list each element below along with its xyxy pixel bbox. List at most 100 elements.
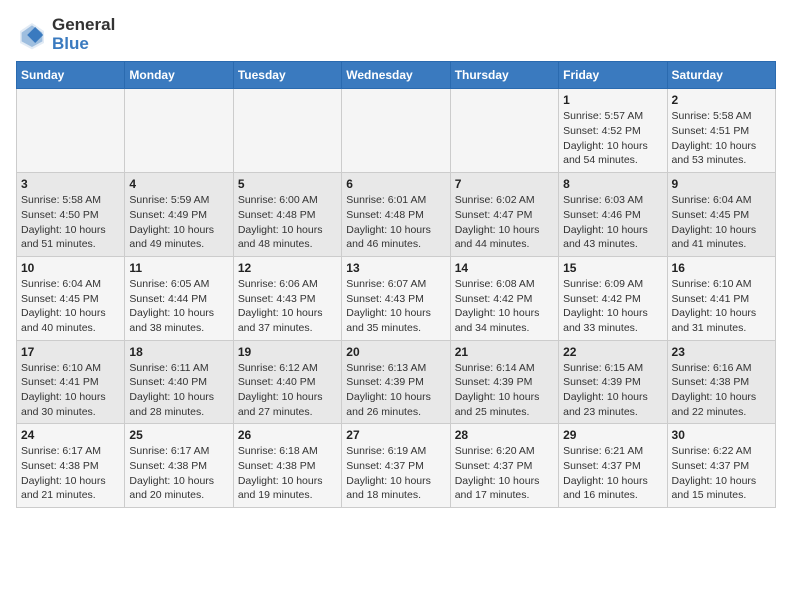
day-header-saturday: Saturday — [667, 62, 775, 89]
day-cell: 9Sunrise: 6:04 AMSunset: 4:45 PMDaylight… — [667, 173, 775, 257]
day-cell: 11 Sunrise: 6:05 AMSunset: 4:44 PMDayligh… — [125, 256, 233, 340]
day-number: 13 — [346, 261, 445, 275]
day-header-monday: Monday — [125, 62, 233, 89]
day-cell: 7Sunrise: 6:02 AMSunset: 4:47 PMDaylight… — [450, 173, 558, 257]
day-cell: 22 Sunrise: 6:15 AMSunset: 4:39 PMDayligh… — [559, 340, 667, 424]
day-number: 19 — [238, 345, 337, 359]
logo-icon — [16, 19, 48, 51]
day-cell: 27 Sunrise: 6:19 AMSunset: 4:37 PMDayligh… — [342, 424, 450, 508]
week-row-5: 24Sunrise: 6:17 AMSunset: 4:38 PMDayligh… — [17, 424, 776, 508]
day-info: Sunrise: 6:03 AMSunset: 4:46 PMDaylight:… — [563, 193, 662, 252]
day-number: 27 — [346, 428, 445, 442]
day-number: 3 — [21, 177, 120, 191]
day-number: 25 — [129, 428, 228, 442]
week-row-3: 10 Sunrise: 6:04 AMSunset: 4:45 PMDayligh… — [17, 256, 776, 340]
day-info: Sunrise: 6:21 AMSunset: 4:37 PMDaylight:… — [563, 444, 662, 503]
day-cell — [450, 89, 558, 173]
day-cell: 30Sunrise: 6:22 AMSunset: 4:37 PMDayligh… — [667, 424, 775, 508]
page-header: General Blue — [16, 16, 776, 53]
day-info: Sunrise: 6:01 AMSunset: 4:48 PMDaylight:… — [346, 193, 445, 252]
day-number: 6 — [346, 177, 445, 191]
day-number: 14 — [455, 261, 554, 275]
day-info: Sunrise: 6:19 AMSunset: 4:37 PMDaylight:… — [346, 444, 445, 503]
day-cell: 21Sunrise: 6:14 AMSunset: 4:39 PMDayligh… — [450, 340, 558, 424]
day-number: 16 — [672, 261, 771, 275]
day-number: 11 — [129, 261, 228, 275]
day-cell: 15 Sunrise: 6:09 AMSunset: 4:42 PMDayligh… — [559, 256, 667, 340]
day-info: Sunrise: 6:08 AMSunset: 4:42 PMDaylight:… — [455, 277, 554, 336]
day-cell — [342, 89, 450, 173]
day-cell: 17 Sunrise: 6:10 AMSunset: 4:41 PMDayligh… — [17, 340, 125, 424]
day-cell: 28 Sunrise: 6:20 AMSunset: 4:37 PMDayligh… — [450, 424, 558, 508]
day-cell: 4Sunrise: 5:59 AMSunset: 4:49 PMDaylight… — [125, 173, 233, 257]
day-cell: 3 Sunrise: 5:58 AMSunset: 4:50 PMDaylight… — [17, 173, 125, 257]
day-number: 23 — [672, 345, 771, 359]
day-number: 1 — [563, 93, 662, 107]
day-info: Sunrise: 6:04 AMSunset: 4:45 PMDaylight:… — [21, 277, 120, 336]
day-header-wednesday: Wednesday — [342, 62, 450, 89]
day-info: Sunrise: 6:12 AMSunset: 4:40 PMDaylight:… — [238, 361, 337, 420]
day-info: Sunrise: 6:15 AMSunset: 4:39 PMDaylight:… — [563, 361, 662, 420]
day-info: Sunrise: 6:00 AMSunset: 4:48 PMDaylight:… — [238, 193, 337, 252]
calendar-table: SundayMondayTuesdayWednesdayThursdayFrid… — [16, 61, 776, 508]
day-number: 28 — [455, 428, 554, 442]
day-cell: 12 Sunrise: 6:06 AMSunset: 4:43 PMDayligh… — [233, 256, 341, 340]
day-number: 15 — [563, 261, 662, 275]
day-info: Sunrise: 5:57 AMSunset: 4:52 PMDaylight:… — [563, 109, 662, 168]
day-info: Sunrise: 6:05 AMSunset: 4:44 PMDaylight:… — [129, 277, 228, 336]
day-cell: 26 Sunrise: 6:18 AMSunset: 4:38 PMDayligh… — [233, 424, 341, 508]
logo: General Blue — [16, 16, 115, 53]
day-info: Sunrise: 6:18 AMSunset: 4:38 PMDaylight:… — [238, 444, 337, 503]
day-cell — [125, 89, 233, 173]
day-header-friday: Friday — [559, 62, 667, 89]
logo-text: General Blue — [52, 16, 115, 53]
day-cell — [233, 89, 341, 173]
day-cell: 8 Sunrise: 6:03 AMSunset: 4:46 PMDaylight… — [559, 173, 667, 257]
header-row: SundayMondayTuesdayWednesdayThursdayFrid… — [17, 62, 776, 89]
day-number: 4 — [129, 177, 228, 191]
day-info: Sunrise: 6:17 AMSunset: 4:38 PMDaylight:… — [129, 444, 228, 503]
day-number: 17 — [21, 345, 120, 359]
day-info: Sunrise: 5:58 AMSunset: 4:51 PMDaylight:… — [672, 109, 771, 168]
day-info: Sunrise: 6:07 AMSunset: 4:43 PMDaylight:… — [346, 277, 445, 336]
day-cell: 24Sunrise: 6:17 AMSunset: 4:38 PMDayligh… — [17, 424, 125, 508]
day-cell: 2 Sunrise: 5:58 AMSunset: 4:51 PMDaylight… — [667, 89, 775, 173]
day-cell: 1 Sunrise: 5:57 AMSunset: 4:52 PMDaylight… — [559, 89, 667, 173]
day-info: Sunrise: 6:16 AMSunset: 4:38 PMDaylight:… — [672, 361, 771, 420]
day-cell: 18Sunrise: 6:11 AMSunset: 4:40 PMDayligh… — [125, 340, 233, 424]
day-info: Sunrise: 6:06 AMSunset: 4:43 PMDaylight:… — [238, 277, 337, 336]
day-cell: 25 Sunrise: 6:17 AMSunset: 4:38 PMDayligh… — [125, 424, 233, 508]
day-cell: 19 Sunrise: 6:12 AMSunset: 4:40 PMDayligh… — [233, 340, 341, 424]
day-info: Sunrise: 6:20 AMSunset: 4:37 PMDaylight:… — [455, 444, 554, 503]
day-info: Sunrise: 6:10 AMSunset: 4:41 PMDaylight:… — [21, 361, 120, 420]
day-header-tuesday: Tuesday — [233, 62, 341, 89]
day-cell: 13 Sunrise: 6:07 AMSunset: 4:43 PMDayligh… — [342, 256, 450, 340]
day-number: 30 — [672, 428, 771, 442]
day-number: 2 — [672, 93, 771, 107]
week-row-2: 3 Sunrise: 5:58 AMSunset: 4:50 PMDaylight… — [17, 173, 776, 257]
day-cell: 14 Sunrise: 6:08 AMSunset: 4:42 PMDayligh… — [450, 256, 558, 340]
day-info: Sunrise: 6:17 AMSunset: 4:38 PMDaylight:… — [21, 444, 120, 503]
day-header-thursday: Thursday — [450, 62, 558, 89]
day-number: 22 — [563, 345, 662, 359]
day-header-sunday: Sunday — [17, 62, 125, 89]
week-row-4: 17 Sunrise: 6:10 AMSunset: 4:41 PMDayligh… — [17, 340, 776, 424]
day-cell: 10 Sunrise: 6:04 AMSunset: 4:45 PMDayligh… — [17, 256, 125, 340]
day-cell: 29 Sunrise: 6:21 AMSunset: 4:37 PMDayligh… — [559, 424, 667, 508]
day-number: 5 — [238, 177, 337, 191]
day-number: 8 — [563, 177, 662, 191]
day-cell — [17, 89, 125, 173]
day-info: Sunrise: 6:02 AMSunset: 4:47 PMDaylight:… — [455, 193, 554, 252]
day-number: 12 — [238, 261, 337, 275]
day-number: 29 — [563, 428, 662, 442]
day-info: Sunrise: 6:04 AMSunset: 4:45 PMDaylight:… — [672, 193, 771, 252]
day-info: Sunrise: 6:09 AMSunset: 4:42 PMDaylight:… — [563, 277, 662, 336]
day-number: 26 — [238, 428, 337, 442]
day-number: 10 — [21, 261, 120, 275]
day-cell: 5 Sunrise: 6:00 AMSunset: 4:48 PMDaylight… — [233, 173, 341, 257]
day-info: Sunrise: 5:58 AMSunset: 4:50 PMDaylight:… — [21, 193, 120, 252]
day-cell: 20Sunrise: 6:13 AMSunset: 4:39 PMDayligh… — [342, 340, 450, 424]
day-number: 18 — [129, 345, 228, 359]
day-cell: 6 Sunrise: 6:01 AMSunset: 4:48 PMDaylight… — [342, 173, 450, 257]
day-cell: 23 Sunrise: 6:16 AMSunset: 4:38 PMDayligh… — [667, 340, 775, 424]
